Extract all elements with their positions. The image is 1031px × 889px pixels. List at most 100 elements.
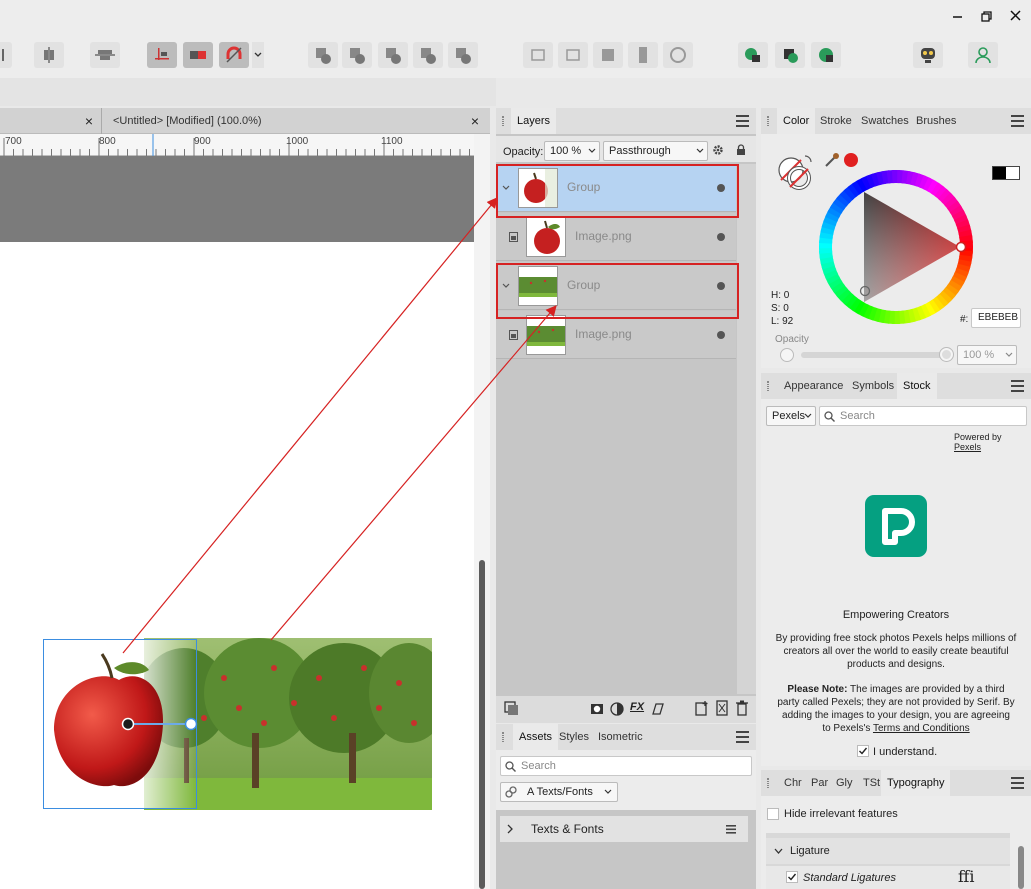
trash-icon[interactable] xyxy=(736,700,748,716)
tab-appearance[interactable]: Appearance xyxy=(778,373,849,399)
ligature-option-row[interactable]: Standard Ligatures ffi xyxy=(766,866,1010,889)
ruler-label: 700 xyxy=(5,136,22,147)
minimize-button[interactable] xyxy=(947,6,969,26)
assistant-button[interactable] xyxy=(913,42,943,68)
layer-row-image-apple[interactable]: Image.png xyxy=(496,213,736,261)
account-button[interactable] xyxy=(968,42,998,68)
layer-name[interactable]: Image.png xyxy=(575,327,632,341)
group-layers-icon[interactable] xyxy=(716,700,728,716)
blend-mode-dropdown[interactable]: Passthrough xyxy=(603,141,708,161)
boolean-subtract-button[interactable] xyxy=(342,42,372,68)
hue-handle[interactable] xyxy=(955,241,967,253)
layers-scrollbar[interactable] xyxy=(737,164,756,694)
assets-search-input[interactable]: Search xyxy=(500,756,752,776)
insert-inside-button[interactable] xyxy=(811,42,841,68)
standard-ligatures-checkbox[interactable] xyxy=(786,871,798,883)
panel-grip[interactable] xyxy=(767,778,769,788)
opacity-slider-thumb[interactable] xyxy=(940,348,953,361)
document-tab[interactable]: <Untitled> [Modified] (100.0%) xyxy=(101,108,262,134)
mask-button[interactable] xyxy=(738,42,768,68)
opacity-dropdown[interactable]: 100 % xyxy=(957,345,1017,365)
geometry-button[interactable] xyxy=(663,42,693,68)
arrange-backward-button[interactable] xyxy=(558,42,588,68)
panel-grip[interactable] xyxy=(767,381,769,391)
color-wheel[interactable] xyxy=(819,170,973,324)
terms-link[interactable]: Terms and Conditions xyxy=(873,723,970,734)
layer-name[interactable]: Image.png xyxy=(575,229,632,243)
section-menu-icon[interactable] xyxy=(726,825,736,834)
layer-opacity-dropdown[interactable]: 100 % xyxy=(544,141,600,161)
tab-typography[interactable]: Typography xyxy=(881,770,951,796)
snapping-magnet-button[interactable] xyxy=(219,42,249,68)
black-white-swatch[interactable] xyxy=(992,166,1020,180)
fx-icon[interactable]: FX xyxy=(630,701,644,713)
tab-swatches[interactable]: Swatches xyxy=(855,108,915,134)
tab-styles[interactable]: Styles xyxy=(553,724,595,750)
panel-menu-icon[interactable] xyxy=(736,731,752,743)
toolbar-partial-button[interactable] xyxy=(0,42,12,68)
hex-input[interactable]: EBEBEB xyxy=(971,308,1021,328)
tab-close-button[interactable]: × xyxy=(467,108,483,134)
color-picker-icon[interactable] xyxy=(823,151,841,169)
gradient-handle[interactable] xyxy=(120,716,200,734)
snapping-dropdown[interactable] xyxy=(252,42,264,68)
tab-character[interactable]: Chr xyxy=(778,770,808,796)
scrollbar-thumb[interactable] xyxy=(479,560,485,889)
assets-section-header[interactable]: Texts & Fonts xyxy=(500,816,748,842)
layer-visibility-toggle[interactable] xyxy=(717,233,725,241)
lock-icon[interactable] xyxy=(736,144,746,156)
restore-button[interactable] xyxy=(976,6,998,26)
panel-menu-icon[interactable] xyxy=(1011,777,1027,789)
adjustment-icon[interactable] xyxy=(610,702,624,716)
tab-assets[interactable]: Assets xyxy=(513,724,559,750)
boolean-divide-button[interactable] xyxy=(448,42,478,68)
align-center-button[interactable] xyxy=(34,42,64,68)
add-layer-icon[interactable] xyxy=(695,700,709,716)
align-middle-button[interactable] xyxy=(90,42,120,68)
tab-brushes[interactable]: Brushes xyxy=(910,108,962,134)
live-filter-icon[interactable] xyxy=(651,702,665,716)
panel-grip[interactable] xyxy=(502,732,504,742)
pexels-link[interactable]: Pexels xyxy=(954,442,981,452)
tab-symbols[interactable]: Symbols xyxy=(846,373,900,399)
panel-menu-icon[interactable] xyxy=(1011,115,1027,127)
layer-stack-icon[interactable] xyxy=(504,701,520,717)
arrange-front-button[interactable] xyxy=(628,42,658,68)
opacity-reset-button[interactable] xyxy=(780,348,794,362)
boolean-xor-button[interactable] xyxy=(413,42,443,68)
arrange-back-button[interactable] xyxy=(523,42,553,68)
tab-layers[interactable]: Layers xyxy=(511,108,557,134)
panel-grip[interactable] xyxy=(767,116,769,126)
current-color-swatch[interactable] xyxy=(844,153,858,167)
arrange-forward-button[interactable] xyxy=(593,42,623,68)
hide-irrelevant-checkbox[interactable] xyxy=(767,808,779,820)
snap-grid-button[interactable] xyxy=(147,42,177,68)
typography-scrollbar[interactable] xyxy=(1018,846,1024,889)
boolean-add-button[interactable] xyxy=(308,42,338,68)
tab-color[interactable]: Color xyxy=(777,108,816,134)
stock-search-input[interactable]: Search xyxy=(819,406,1027,426)
opacity-slider[interactable] xyxy=(801,352,951,358)
clip-button[interactable] xyxy=(775,42,805,68)
geometry-icon xyxy=(670,47,686,63)
tab-glyphs[interactable]: Gly xyxy=(830,770,859,796)
snap-object-button[interactable] xyxy=(183,42,213,68)
mask-layer-icon[interactable] xyxy=(590,702,604,716)
panel-grip[interactable] xyxy=(502,116,504,126)
layer-visibility-toggle[interactable] xyxy=(717,331,725,339)
tab-stroke[interactable]: Stroke xyxy=(814,108,858,134)
stock-provider-dropdown[interactable]: Pexels xyxy=(766,406,816,426)
panel-menu-icon[interactable] xyxy=(736,115,752,127)
ligature-section-header[interactable]: Ligature xyxy=(766,838,1010,864)
gear-icon[interactable] xyxy=(712,144,724,156)
close-window-button[interactable] xyxy=(1005,6,1027,26)
fill-stroke-selector[interactable] xyxy=(775,152,815,192)
tab-isometric[interactable]: Isometric xyxy=(592,724,649,750)
asset-category-dropdown[interactable]: A Texts/Fonts xyxy=(500,782,618,802)
search-icon xyxy=(824,411,835,422)
tab-close-button[interactable]: × xyxy=(81,108,97,134)
understand-checkbox[interactable] xyxy=(857,745,869,757)
boolean-intersect-button[interactable] xyxy=(378,42,408,68)
panel-menu-icon[interactable] xyxy=(1011,380,1027,392)
tab-stock[interactable]: Stock xyxy=(897,373,937,399)
